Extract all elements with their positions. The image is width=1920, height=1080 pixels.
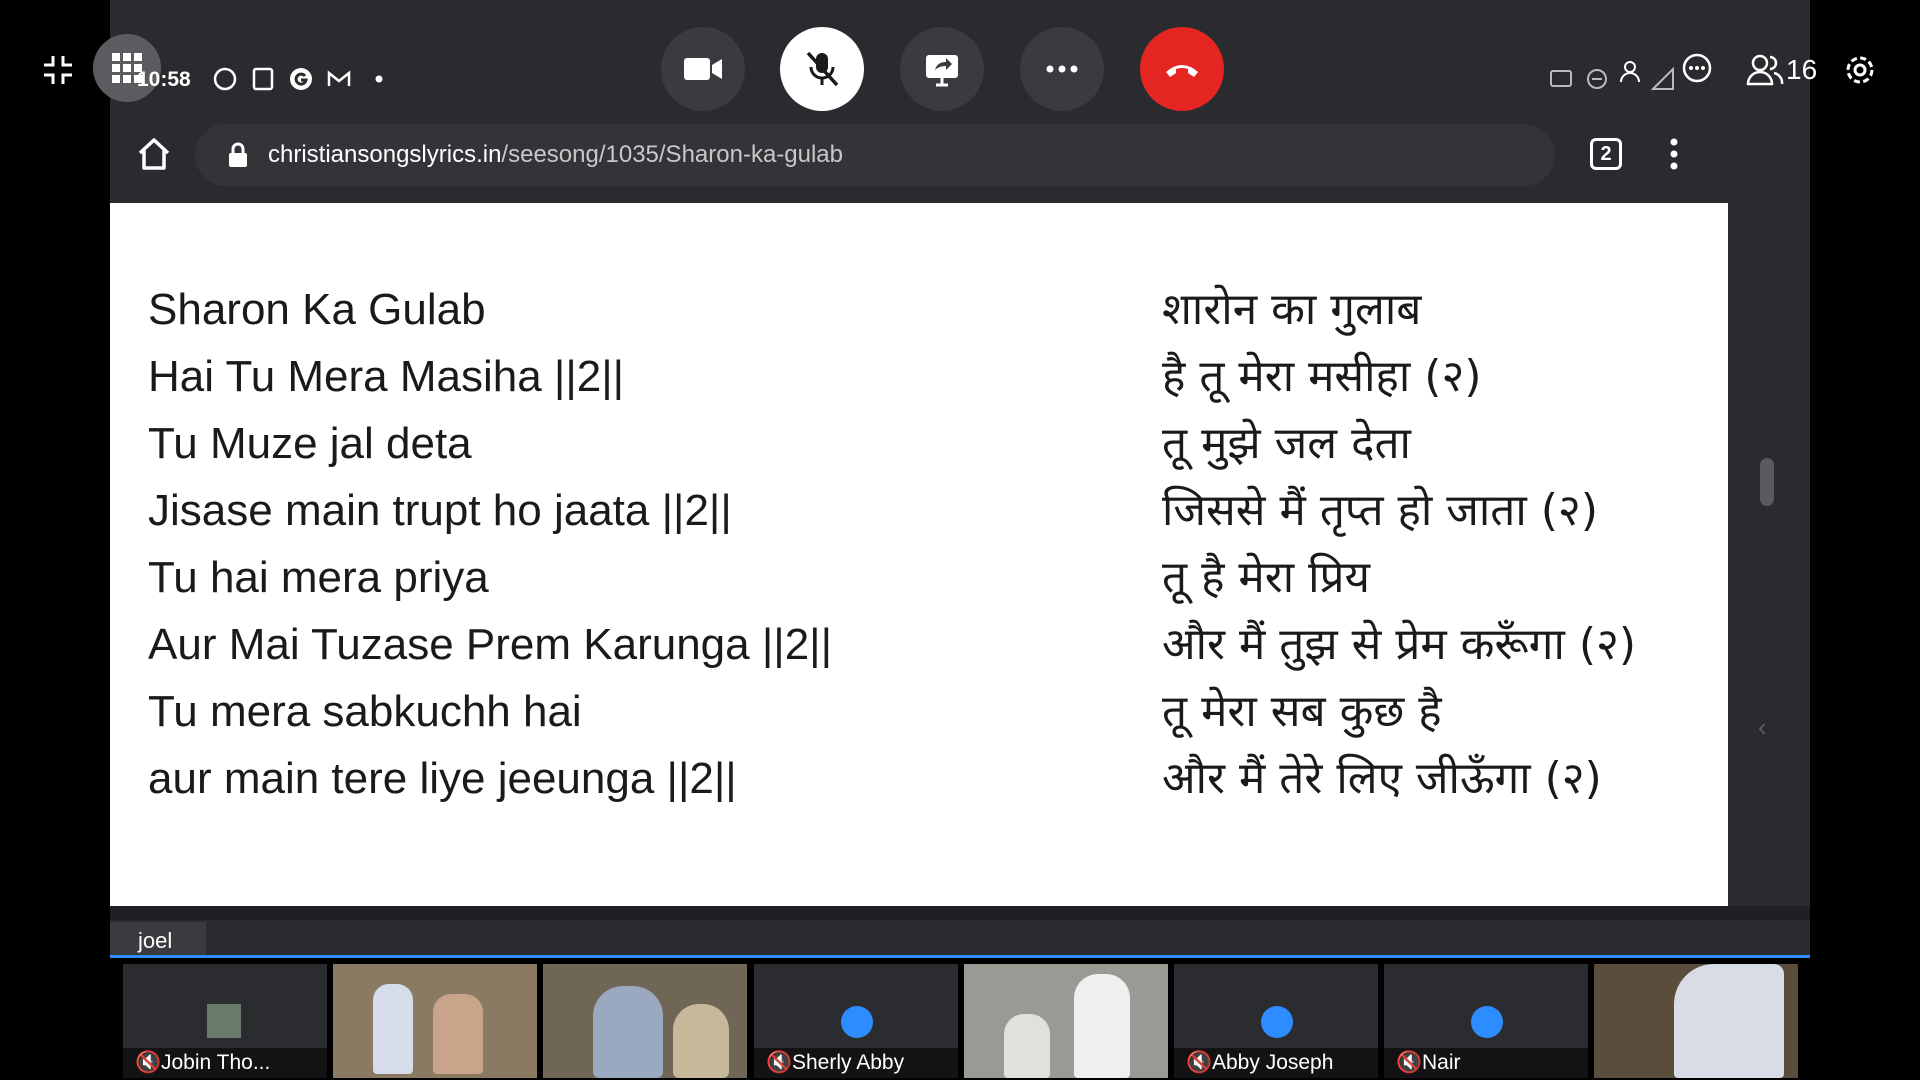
participants-count[interactable]: 16 — [1786, 54, 1817, 86]
participant-label: 🔇Jobin Tho... — [123, 1048, 327, 1078]
avatar-icon — [1261, 1006, 1293, 1038]
lyric-line: शारोन का गुलाब — [1162, 284, 1422, 335]
lyric-line: Tu mera sabkuchh hai — [148, 687, 582, 736]
mic-off-icon: 🔇 — [1396, 1051, 1423, 1074]
home-icon[interactable] — [134, 134, 174, 174]
participant-tile[interactable]: 🔇Jobin Tho... — [123, 964, 327, 1078]
overflow-menu-icon[interactable] — [1668, 136, 1680, 172]
profile-photo — [207, 1004, 241, 1038]
calculator-icon — [252, 67, 274, 91]
lyric-line: और मैं तेरे लिए जीऊँगा (२) — [1162, 753, 1602, 804]
google-icon — [290, 68, 312, 90]
lyric-line: Hai Tu Mera Masiha ||2|| — [148, 352, 625, 401]
lyric-line: तू है मेरा प्रिय — [1162, 552, 1371, 603]
video-person — [433, 994, 483, 1074]
mic-off-icon: 🔇 — [1186, 1051, 1213, 1074]
video-person — [593, 986, 663, 1078]
mic-off-icon: 🔇 — [766, 1051, 793, 1074]
lyric-line: और मैं तुझ से प्रेम करूँगा (२) — [1162, 619, 1637, 670]
lyric-line: Jisase main trupt ho jaata ||2|| — [148, 486, 732, 535]
participant-video-tile[interactable] — [543, 964, 747, 1078]
participant-name: Nair — [1422, 1051, 1461, 1074]
lyrics-hindi: शारोन का गुलाब है तू मेरा मसीहा (२) तू म… — [1162, 276, 1636, 812]
participant-name: Sherly Abby — [792, 1051, 905, 1074]
video-person — [1004, 1014, 1050, 1078]
tab-switcher-icon[interactable]: 2 — [1590, 138, 1622, 170]
lyric-line: तू मेरा सब कुछ है — [1162, 686, 1442, 737]
lyric-line: तू मुझे जल देता — [1162, 418, 1411, 469]
lyric-line: Aur Mai Tuzase Prem Karunga ||2|| — [148, 620, 833, 669]
share-screen-button[interactable] — [900, 27, 984, 111]
participant-label: 🔇Nair — [1384, 1048, 1588, 1078]
video-person — [1074, 974, 1130, 1078]
participant-tile[interactable]: 🔇Abby Joseph — [1174, 964, 1378, 1078]
participant-label: 🔇Sherly Abby — [754, 1048, 958, 1078]
participant-label: 🔇Abby Joseph — [1174, 1048, 1378, 1078]
active-speaker-name: joel — [138, 928, 173, 953]
lyric-line: Sharon Ka Gulab — [148, 285, 486, 334]
gear-icon[interactable] — [1842, 52, 1878, 88]
participant-video-tile[interactable] — [1594, 964, 1798, 1078]
camera-icon — [684, 58, 722, 80]
participant-video-tile[interactable] — [964, 964, 1168, 1078]
share-screen-icon — [926, 55, 958, 87]
video-person — [1674, 964, 1784, 1078]
dnd-icon — [1587, 69, 1607, 89]
participant-name: Jobin Tho... — [161, 1051, 271, 1074]
mic-off-icon: 🔇 — [135, 1051, 162, 1074]
hang-up-icon — [1166, 65, 1198, 77]
more-icon — [1046, 65, 1078, 73]
url-host: christiansongslyrics.in — [268, 141, 502, 168]
lyric-line: जिससे मैं तृप्त हो जाता (२) — [1162, 485, 1598, 536]
video-person — [373, 984, 413, 1074]
side-strip — [1728, 0, 1810, 906]
cast-icon — [1550, 70, 1572, 87]
lyric-line: Tu hai mera priya — [148, 553, 489, 602]
lyric-line: Tu Muze jal deta — [148, 419, 472, 468]
scroll-handle[interactable] — [1760, 458, 1774, 506]
participant-name: Abby Joseph — [1212, 1051, 1334, 1074]
participant-tile[interactable]: 🔇Sherly Abby — [754, 964, 958, 1078]
status-clock: 10:58 — [137, 68, 191, 91]
url-path: /seesong/1035/Sharon-ka-gulab — [501, 141, 843, 168]
mic-off-icon — [806, 51, 839, 87]
gmail-icon — [327, 70, 351, 86]
video-button[interactable] — [661, 27, 745, 111]
lyrics-english: Sharon Ka Gulab Hai Tu Mera Masiha ||2||… — [148, 276, 832, 812]
video-person — [673, 1004, 729, 1078]
lyric-line: है तू मेरा मसीहा (२) — [1162, 351, 1482, 402]
mute-button[interactable] — [780, 27, 864, 111]
collapse-icon[interactable] — [40, 52, 76, 88]
avatar-icon — [1471, 1006, 1503, 1038]
lyric-line: aur main tere liye jeeunga ||2|| — [148, 754, 737, 803]
participant-video-tile[interactable] — [333, 964, 537, 1078]
add-person-icon — [1620, 61, 1640, 83]
lock-icon — [229, 142, 247, 167]
speaker-bar — [110, 920, 1810, 956]
avatar-icon — [841, 1006, 873, 1038]
participants-icon[interactable] — [1746, 54, 1784, 86]
active-speaker-indicator — [110, 955, 1810, 958]
whatsapp-icon — [213, 67, 237, 91]
participant-tile[interactable]: 🔇Nair — [1384, 964, 1588, 1078]
signal-icon — [1650, 66, 1674, 90]
chevron-left-icon[interactable]: ‹ — [1758, 712, 1767, 743]
end-call-button[interactable] — [1140, 27, 1224, 111]
url-text[interactable]: christiansongslyrics.in/seesong/1035/Sha… — [268, 141, 843, 169]
more-options-button[interactable] — [1020, 27, 1104, 111]
dot-icon — [375, 75, 383, 83]
chat-icon[interactable] — [1680, 52, 1714, 86]
